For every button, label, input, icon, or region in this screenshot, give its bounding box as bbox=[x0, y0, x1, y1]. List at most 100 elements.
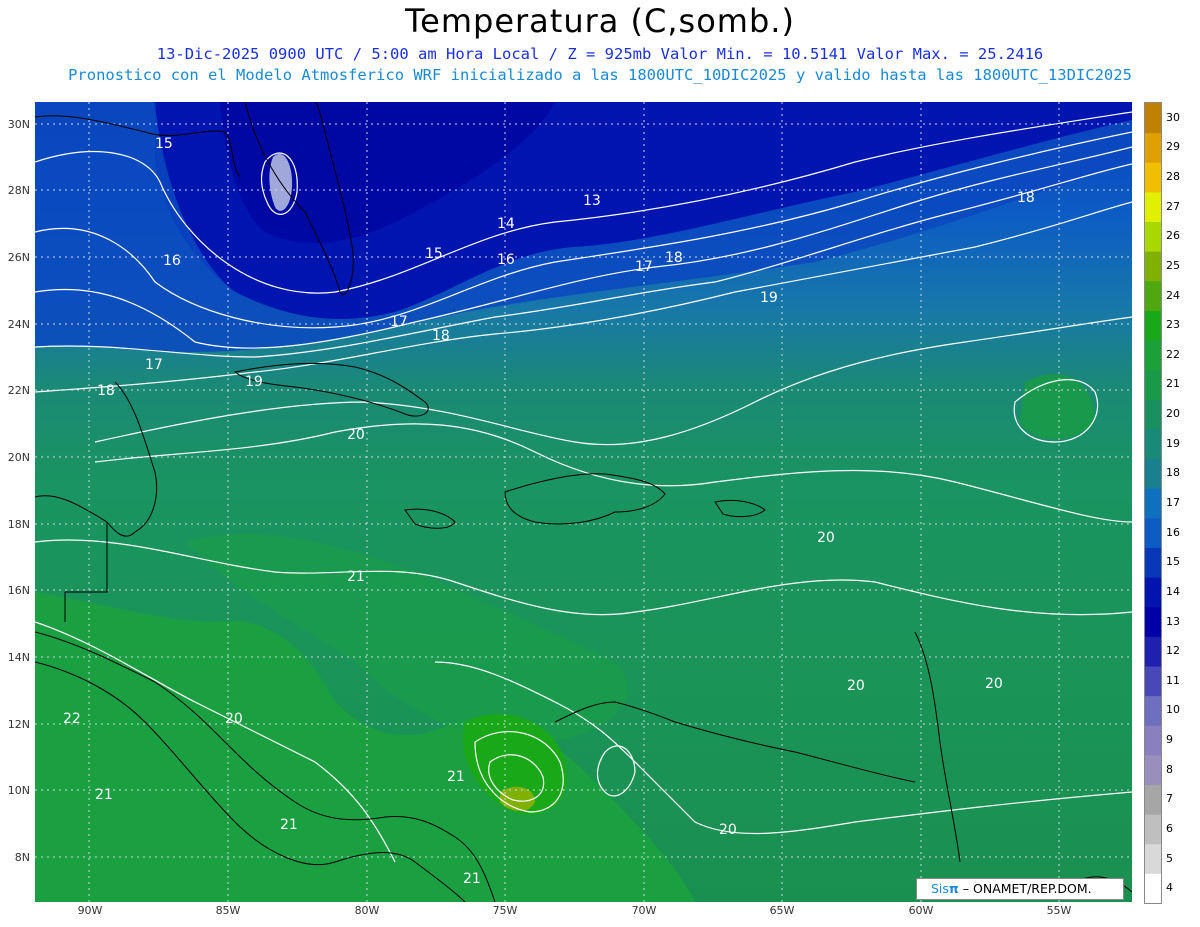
colorbar-swatch bbox=[1145, 251, 1161, 282]
contour-label: 18 bbox=[97, 383, 115, 399]
credit-box: Sisπ – ONAMET/REP.DOM. bbox=[916, 878, 1124, 900]
contour-label: 17 bbox=[145, 357, 163, 373]
colorbar-swatch bbox=[1145, 488, 1161, 519]
latitude-tick-label: 16N bbox=[7, 584, 30, 597]
contour-label: 15 bbox=[425, 246, 443, 262]
latitude-tick-label: 20N bbox=[7, 451, 30, 464]
contour-label: 21 bbox=[463, 871, 481, 887]
longitude-tick-label: 70W bbox=[631, 904, 657, 917]
colorbar-label: 26 bbox=[1166, 229, 1180, 243]
colorbar-swatch bbox=[1145, 636, 1161, 667]
colorbar-swatch bbox=[1145, 695, 1161, 726]
colorbar-label: 23 bbox=[1166, 318, 1180, 332]
credit-org: – ONAMET/REP.DOM. bbox=[958, 881, 1092, 896]
colorbar-label: 24 bbox=[1166, 288, 1180, 302]
colorbar-label: 22 bbox=[1166, 347, 1180, 361]
colorbar-swatch bbox=[1145, 310, 1161, 341]
longitude-tick-label: 75W bbox=[492, 904, 518, 917]
longitude-tick-label: 90W bbox=[77, 904, 103, 917]
contour-label: 22 bbox=[63, 711, 81, 727]
latitude-tick-label: 22N bbox=[7, 384, 30, 397]
longitude-tick-label: 80W bbox=[354, 904, 380, 917]
latitude-tick-label: 8N bbox=[14, 851, 30, 864]
colorbar-label: 15 bbox=[1166, 555, 1180, 569]
colorbar-swatch bbox=[1145, 399, 1161, 430]
contour-label: 20 bbox=[847, 678, 865, 694]
colorbar-label: 17 bbox=[1166, 496, 1180, 509]
colorbar-label: 13 bbox=[1166, 614, 1180, 628]
contour-label: 15 bbox=[155, 136, 173, 152]
longitude-tick-label: 65W bbox=[769, 904, 795, 917]
colorbar-swatch bbox=[1145, 725, 1161, 756]
colorbar-label: 29 bbox=[1166, 140, 1180, 154]
colorbar-swatch bbox=[1145, 221, 1161, 252]
page-title: Temperatura (C,somb.) bbox=[405, 2, 795, 40]
colorbar-label: 20 bbox=[1166, 407, 1180, 421]
colorbar-swatch bbox=[1145, 814, 1161, 845]
contour-label: 14 bbox=[497, 216, 515, 232]
contour-label: 18 bbox=[665, 250, 683, 266]
colorbar-label: 25 bbox=[1166, 258, 1180, 272]
longitude-tick-label: 85W bbox=[215, 904, 241, 917]
contour-label: 17 bbox=[390, 314, 408, 330]
latitude-tick-label: 18N bbox=[7, 518, 30, 531]
colorbar-label: 8 bbox=[1166, 762, 1173, 776]
latitude-tick-label: 14N bbox=[7, 651, 30, 664]
latitude-tick-label: 12N bbox=[7, 718, 30, 731]
latitude-tick-label: 30N bbox=[7, 118, 30, 131]
colorbar-swatch bbox=[1145, 458, 1161, 489]
colorbar-label: 18 bbox=[1166, 466, 1180, 480]
colorbar-swatch bbox=[1145, 340, 1161, 371]
colorbar-swatch bbox=[1145, 132, 1161, 163]
colorbar-swatch bbox=[1145, 665, 1161, 697]
colorbar-swatch bbox=[1145, 280, 1161, 311]
contour-label: 19 bbox=[245, 374, 263, 390]
longitude-tick-label: 60W bbox=[908, 904, 934, 917]
model-info-subtitle: Pronostico con el Modelo Atmosferico WRF… bbox=[68, 66, 1132, 84]
colorbar-label: 10 bbox=[1166, 703, 1180, 717]
colorbar-label: 21 bbox=[1166, 377, 1180, 391]
colorbar-swatch bbox=[1145, 369, 1161, 400]
colorbar-swatch bbox=[1145, 873, 1161, 904]
contour-label: 20 bbox=[817, 530, 835, 546]
colorbar-swatch bbox=[1145, 517, 1161, 548]
colorbar-label: 19 bbox=[1166, 436, 1180, 450]
colorbar-label: 28 bbox=[1166, 170, 1180, 184]
colorbar-swatch bbox=[1145, 843, 1161, 874]
colorbar-label: 11 bbox=[1166, 673, 1180, 687]
contour-label: 21 bbox=[347, 569, 365, 585]
colorbar-label: 5 bbox=[1166, 851, 1173, 865]
contour-label: 18 bbox=[432, 328, 450, 344]
contour-label: 16 bbox=[163, 253, 181, 269]
colorbar-swatch bbox=[1145, 784, 1161, 815]
colorbar-label: 7 bbox=[1166, 792, 1173, 806]
forecast-time-subtitle: 13-Dic-2025 0900 UTC / 5:00 am Hora Loca… bbox=[156, 45, 1044, 63]
temperature-map: 15 16 15 14 13 16 17 18 18 19 17 18 17 18 19 20 21 20 20 20… bbox=[35, 102, 1132, 902]
contour-label: 21 bbox=[280, 817, 298, 833]
contour-label: 16 bbox=[497, 252, 515, 268]
colorbar-label: 12 bbox=[1166, 644, 1180, 658]
colorbar-label: 6 bbox=[1166, 821, 1173, 835]
contour-label: 20 bbox=[985, 676, 1003, 692]
colorbar-label: 27 bbox=[1166, 199, 1180, 213]
latitude-tick-label: 26N bbox=[7, 251, 30, 264]
contour-label: 17 bbox=[635, 259, 653, 275]
colorbar-swatch bbox=[1145, 606, 1161, 637]
colorbar-label: 4 bbox=[1166, 881, 1173, 895]
contour-label: 19 bbox=[760, 290, 778, 306]
colorbar-label: 30 bbox=[1166, 110, 1180, 124]
colorbar-swatch bbox=[1145, 191, 1161, 223]
colorbar-swatch bbox=[1145, 754, 1161, 785]
colorbar-swatch bbox=[1145, 428, 1161, 460]
colorbar-swatch bbox=[1145, 577, 1161, 608]
contour-label: 18 bbox=[1017, 190, 1035, 206]
colorbar-label: 16 bbox=[1166, 525, 1180, 539]
longitude-axis: 90W 85W 80W 75W 70W 65W 60W 55W bbox=[0, 904, 1200, 924]
colorbar-swatch bbox=[1145, 547, 1161, 578]
longitude-tick-label: 55W bbox=[1046, 904, 1072, 917]
pi-logo: π bbox=[948, 881, 959, 896]
colorbar-swatch bbox=[1145, 162, 1161, 193]
contour-label: 20 bbox=[225, 711, 243, 727]
colorbar-swatch bbox=[1145, 103, 1161, 134]
colorbar-label: 9 bbox=[1166, 733, 1173, 747]
